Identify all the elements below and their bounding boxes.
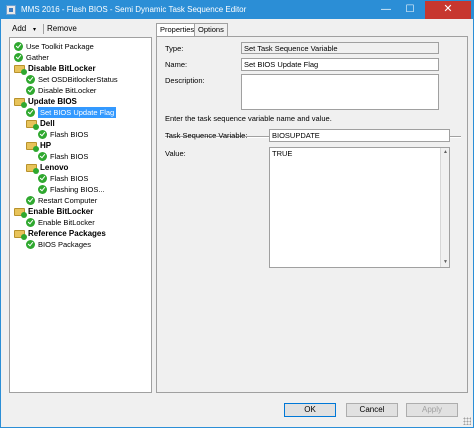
value-text: TRUE	[272, 149, 293, 158]
tree-item-disable-bitlocker[interactable]: Disable BitLocker	[26, 85, 96, 96]
check-icon	[38, 130, 47, 139]
check-icon	[38, 174, 47, 183]
value-input[interactable]: TRUE ▲ ▼	[269, 147, 450, 268]
resize-grip-icon[interactable]	[463, 417, 471, 425]
add-menu-button[interactable]: Add	[12, 23, 26, 35]
window-title: MMS 2016 - Flash BIOS - Semi Dynamic Tas…	[21, 5, 247, 14]
remove-button[interactable]: Remove	[47, 23, 77, 35]
tree-group-lenovo[interactable]: Lenovo	[26, 162, 68, 174]
tree-toolbar: Add ▾ Remove	[2, 23, 152, 35]
folder-icon	[14, 65, 27, 75]
description-label: Description:	[165, 76, 205, 85]
name-input[interactable]: Set BIOS Update Flag	[241, 58, 439, 71]
tree-item-set-bios-update-flag[interactable]: Set BIOS Update Flag	[26, 107, 117, 118]
tree-group-update-bios[interactable]: Update BIOS	[14, 96, 77, 108]
check-icon	[26, 240, 35, 249]
folder-icon	[14, 230, 27, 240]
properties-pane: Type: Set Task Sequence Variable Name: S…	[156, 36, 468, 393]
folder-icon	[26, 142, 39, 152]
scroll-down-icon[interactable]: ▼	[442, 259, 449, 266]
description-input[interactable]	[241, 74, 439, 110]
tree-group-dell[interactable]: Dell	[26, 118, 55, 130]
chevron-down-icon[interactable]: ▾	[33, 26, 36, 33]
folder-icon	[26, 120, 39, 130]
maximize-button[interactable]: ☐	[399, 1, 421, 19]
value-scrollbar[interactable]: ▲ ▼	[440, 148, 449, 267]
ok-button[interactable]: OK	[284, 403, 336, 417]
tree-group-reference-packages[interactable]: Reference Packages	[14, 228, 106, 240]
tree-group-enable-bitlocker[interactable]: Enable BitLocker	[14, 206, 93, 218]
folder-icon	[26, 164, 39, 174]
cancel-button[interactable]: Cancel	[346, 403, 398, 417]
tree-item-flashing-bios[interactable]: Flashing BIOS...	[38, 184, 105, 195]
title-bar[interactable]: MMS 2016 - Flash BIOS - Semi Dynamic Tas…	[1, 1, 473, 19]
folder-icon	[14, 98, 27, 108]
type-field: Set Task Sequence Variable	[241, 42, 439, 54]
tab-options[interactable]: Options	[194, 23, 228, 36]
check-icon	[26, 196, 35, 205]
task-sequence-app-icon	[6, 5, 16, 15]
variable-label: Task Sequence Variable:	[165, 131, 248, 140]
instruction-text: Enter the task sequence variable name an…	[165, 114, 332, 123]
minimize-button[interactable]: —	[375, 1, 397, 19]
check-icon	[38, 185, 47, 194]
task-sequence-tree[interactable]: Use Toolkit Package Gather Disable BitLo…	[9, 37, 152, 393]
check-icon	[26, 108, 35, 117]
variable-input[interactable]: BIOSUPDATE	[269, 129, 450, 142]
check-icon	[26, 218, 35, 227]
tree-item-enable-bitlocker[interactable]: Enable BitLocker	[26, 217, 95, 228]
tree-item-set-osdbitlockerstatus[interactable]: Set OSDBitlockerStatus	[26, 74, 118, 85]
tree-item-bios-packages[interactable]: BIOS Packages	[26, 239, 91, 250]
value-label: Value:	[165, 149, 186, 158]
editor-window: MMS 2016 - Flash BIOS - Semi Dynamic Tas…	[0, 0, 474, 428]
tab-properties[interactable]: Properties	[156, 23, 199, 37]
tree-item-flash-bios-hp[interactable]: Flash BIOS	[38, 151, 88, 162]
toolbar-separator	[43, 24, 44, 34]
scroll-up-icon[interactable]: ▲	[442, 149, 449, 156]
apply-button[interactable]: Apply	[406, 403, 458, 417]
tree-item-flash-bios-dell[interactable]: Flash BIOS	[38, 129, 88, 140]
close-button[interactable]: ✕	[425, 1, 471, 19]
check-icon	[14, 42, 23, 51]
tree-item-restart-computer[interactable]: Restart Computer	[26, 195, 97, 206]
type-label: Type:	[165, 44, 184, 53]
check-icon	[26, 75, 35, 84]
name-label: Name:	[165, 60, 188, 69]
check-icon	[26, 86, 35, 95]
check-icon	[14, 53, 23, 62]
tree-item-use-toolkit-package[interactable]: Use Toolkit Package	[14, 41, 94, 52]
tree-group-disable-bitlocker[interactable]: Disable BitLocker	[14, 63, 96, 75]
check-icon	[38, 152, 47, 161]
tree-item-flash-bios-lenovo[interactable]: Flash BIOS	[38, 173, 88, 184]
folder-icon	[14, 208, 27, 218]
tree-group-hp[interactable]: HP	[26, 140, 51, 152]
tree-item-gather[interactable]: Gather	[14, 52, 49, 63]
